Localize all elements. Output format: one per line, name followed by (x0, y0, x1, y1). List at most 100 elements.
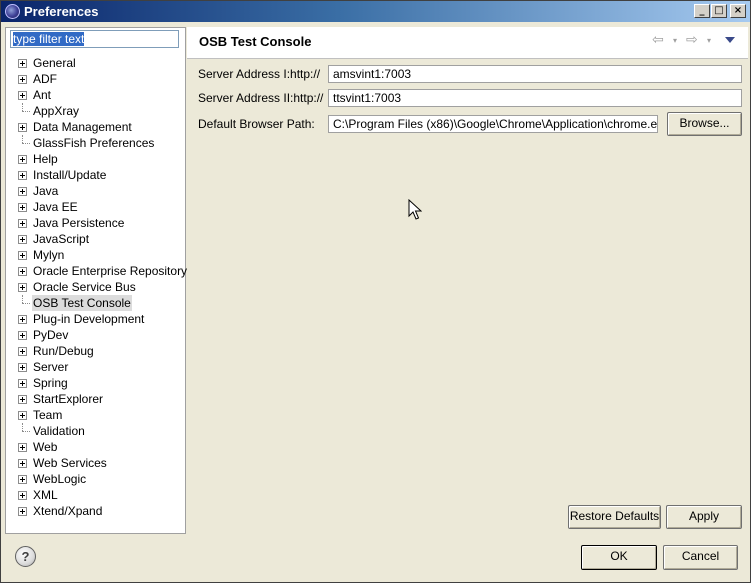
expand-icon[interactable] (18, 283, 27, 292)
expand-icon[interactable] (18, 475, 27, 484)
browser-path-input[interactable]: C:\Program Files (x86)\Google\Chrome\App… (328, 115, 658, 133)
tree-item[interactable]: Java Persistence (6, 215, 185, 231)
server-address-1-input[interactable]: amsvint1:7003 (328, 65, 742, 83)
tree-item[interactable]: Mylyn (6, 247, 185, 263)
tree-item[interactable]: Run/Debug (6, 343, 185, 359)
expand-icon[interactable] (18, 59, 27, 68)
tree-item-label: Server (33, 360, 69, 374)
title-bar[interactable]: Preferences _ □ × (1, 1, 750, 22)
tree-item[interactable]: OSB Test Console (6, 295, 185, 311)
apply-button[interactable]: Apply (666, 505, 742, 529)
tree-item[interactable]: Help (6, 151, 185, 167)
tree-connector-line (22, 295, 31, 311)
tree-item[interactable]: Web Services (6, 455, 185, 471)
tree-item[interactable]: Spring (6, 375, 185, 391)
expand-icon[interactable] (18, 91, 27, 100)
tree-item[interactable]: ADF (6, 71, 185, 87)
tree-item-label: Help (33, 152, 58, 166)
expand-icon[interactable] (18, 251, 27, 260)
tree-item[interactable]: Plug-in Development (6, 311, 185, 327)
page-title: OSB Test Console (199, 34, 312, 49)
tree-item[interactable]: PyDev (6, 327, 185, 343)
expand-icon[interactable] (18, 315, 27, 324)
expand-icon[interactable] (18, 459, 27, 468)
tree-item[interactable]: Data Management (6, 119, 185, 135)
expand-icon[interactable] (18, 187, 27, 196)
tree-item[interactable]: GlassFish Preferences (6, 135, 185, 151)
ok-button[interactable]: OK (581, 545, 657, 570)
tree-item[interactable]: Java (6, 183, 185, 199)
cancel-button[interactable]: Cancel (663, 545, 738, 570)
tree-item[interactable]: AppXray (6, 103, 185, 119)
maximize-button[interactable]: □ (711, 4, 727, 18)
browse-button[interactable]: Browse... (667, 112, 742, 136)
tree-item-label: PyDev (33, 328, 69, 342)
expand-icon[interactable] (18, 379, 27, 388)
tree-item-label: Team (33, 408, 63, 422)
expand-icon[interactable] (18, 395, 27, 404)
mouse-pointer-icon (408, 199, 422, 220)
tree-item[interactable]: Server (6, 359, 185, 375)
tree-item[interactable]: Oracle Service Bus (6, 279, 185, 295)
minimize-button[interactable]: _ (694, 4, 710, 18)
tree-item-label: Oracle Enterprise Repository (33, 264, 188, 278)
tree-item[interactable]: StartExplorer (6, 391, 185, 407)
filter-input[interactable]: type filter text (10, 30, 179, 48)
filter-input-text: type filter text (13, 32, 85, 46)
tree-item[interactable]: Java EE (6, 199, 185, 215)
dialog-footer: ? OK Cancel (1, 535, 750, 583)
expand-icon[interactable] (18, 347, 27, 356)
tree-item[interactable]: Ant (6, 87, 185, 103)
expand-icon[interactable] (18, 171, 27, 180)
restore-defaults-button[interactable]: Restore Defaults (568, 505, 661, 529)
tree-item-label: WebLogic (33, 472, 87, 486)
tree-item[interactable]: Install/Update (6, 167, 185, 183)
tree-item[interactable]: JavaScript (6, 231, 185, 247)
tree-item[interactable]: XML (6, 487, 185, 503)
close-button[interactable]: × (730, 4, 746, 18)
back-arrow-icon[interactable]: ⇦ (652, 32, 664, 48)
tree-item-label: Plug-in Development (33, 312, 145, 326)
expand-icon[interactable] (18, 267, 27, 276)
expand-icon[interactable] (18, 491, 27, 500)
tree-item[interactable]: Oracle Enterprise Repository (6, 263, 188, 279)
expand-icon[interactable] (18, 411, 27, 420)
tree-item-label: GlassFish Preferences (33, 136, 155, 150)
expand-icon[interactable] (18, 331, 27, 340)
expand-icon[interactable] (18, 203, 27, 212)
tree-item[interactable]: WebLogic (6, 471, 185, 487)
server-address-1-label: Server Address I:http:// (198, 67, 321, 81)
help-icon[interactable]: ? (15, 546, 36, 567)
tree-item-label: Spring (33, 376, 68, 390)
window-title: Preferences (24, 4, 99, 19)
expand-icon[interactable] (18, 123, 27, 132)
expand-icon[interactable] (18, 219, 27, 228)
tree-item-label: Java (33, 184, 59, 198)
tree-item[interactable]: Validation (6, 423, 185, 439)
tree-item-label: Web (33, 440, 58, 454)
expand-icon[interactable] (18, 507, 27, 516)
tree-item[interactable]: Web (6, 439, 185, 455)
tree-item-label: Java EE (33, 200, 78, 214)
view-menu-icon[interactable] (725, 37, 735, 43)
tree-connector-line (22, 423, 31, 439)
tree-item-label: ADF (33, 72, 57, 86)
tree-item[interactable]: Xtend/Xpand (6, 503, 185, 519)
tree-item[interactable]: Team (6, 407, 185, 423)
expand-icon[interactable] (18, 443, 27, 452)
forward-history-dropdown-icon[interactable]: ▾ (707, 36, 711, 45)
tree-item-label: Validation (33, 424, 85, 438)
tree-item-label: Web Services (33, 456, 107, 470)
expand-icon[interactable] (18, 155, 27, 164)
eclipse-app-icon (5, 4, 20, 19)
forward-arrow-icon[interactable]: ⇨ (686, 32, 698, 48)
tree-item-label: General (33, 56, 76, 70)
expand-icon[interactable] (18, 235, 27, 244)
back-history-dropdown-icon[interactable]: ▾ (673, 36, 677, 45)
tree-item[interactable]: General (6, 55, 185, 71)
expand-icon[interactable] (18, 363, 27, 372)
expand-icon[interactable] (18, 75, 27, 84)
tree-item-label: Java Persistence (33, 216, 125, 230)
server-address-2-input[interactable]: ttsvint1:7003 (328, 89, 742, 107)
tree-item-label: Install/Update (33, 168, 107, 182)
